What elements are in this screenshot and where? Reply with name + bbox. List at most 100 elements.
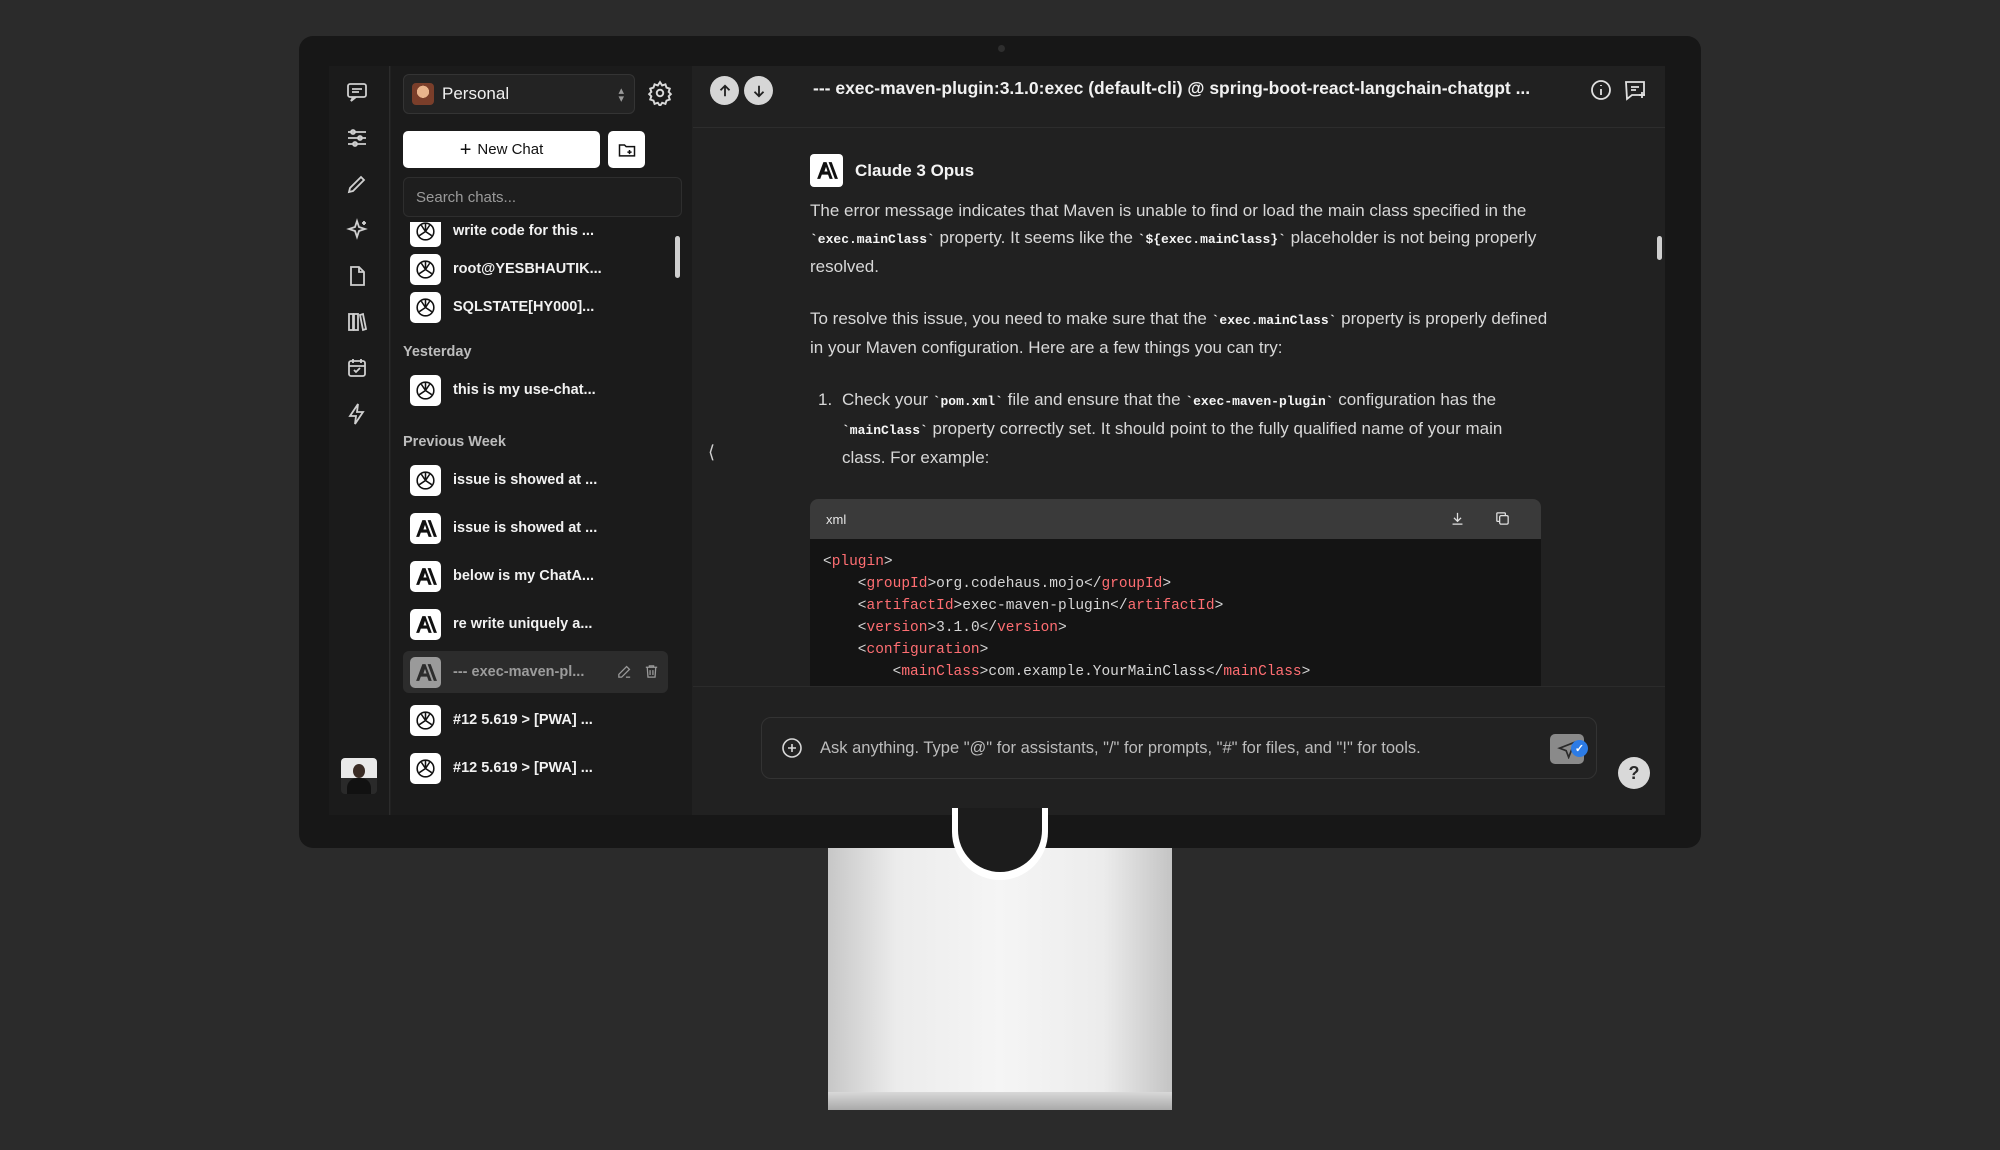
new-message-icon[interactable] [1623,78,1649,104]
list-item[interactable]: re write uniquely a... [403,603,668,645]
stand-base [828,1092,1172,1110]
arrow-up-icon [719,83,730,96]
message-paragraph: To resolve this issue, you need to make … [810,309,1548,357]
chat-item-label: root@YESBHAUTIK... [453,261,602,277]
inline-code: `exec.mainClass` [810,232,935,247]
stand-cutout [952,808,1048,880]
chat-item-label: issue is showed at ... [453,520,598,536]
openai-icon [410,374,441,406]
assistant-message: Claude 3 Opus The error message indicate… [810,154,1550,471]
file-icon[interactable] [345,264,373,292]
help-button[interactable]: ? [1618,757,1650,789]
icon-rail [329,66,390,815]
inline-code: `pom.xml` [932,394,1003,409]
chat-icon[interactable] [345,80,373,108]
list-item[interactable]: below is my ChatA... [403,555,668,597]
workspace-name: Personal [442,84,510,103]
pencil-icon[interactable] [345,172,373,200]
camera [998,45,1005,52]
code-content: <plugin> <groupId>org.codehaus.mojo</gro… [810,539,1541,695]
list-number: 1. [818,390,833,409]
chat-sidebar: Personal ▴▾ + New Chat write code for th… [391,66,692,815]
anthropic-icon [410,608,441,640]
openai-icon [410,291,441,323]
list-item[interactable]: issue is showed at ... [403,507,668,549]
message-paragraph: The error message indicates that Maven i… [810,201,1537,276]
search-chats-input[interactable] [403,177,682,217]
user-avatar[interactable] [341,758,377,794]
list-item-active[interactable]: --- exec-maven-pl... [403,651,668,693]
gear-icon[interactable] [647,80,675,108]
openai-icon [410,704,441,736]
sidebar-scrollbar[interactable] [675,236,680,278]
info-icon[interactable] [1589,78,1615,104]
anthropic-icon [810,154,843,187]
send-button[interactable]: ✓ [1550,734,1588,764]
openai-icon [410,752,441,784]
chat-item-label: #12 5.619 > [PWA] ... [453,712,593,728]
openai-icon [410,464,441,496]
composer: ✓ ? [693,686,1665,815]
scroll-down-button[interactable] [744,76,773,105]
collapse-sidebar-handle[interactable]: ⟨ [708,442,715,463]
openai-icon [410,253,441,285]
message-input[interactable] [820,732,1520,764]
chat-item-label: below is my ChatA... [453,568,594,584]
code-block-header: xml [810,499,1541,539]
new-folder-button[interactable] [608,131,645,168]
sparkles-icon[interactable] [345,218,373,246]
list-item[interactable]: issue is showed at ... [403,459,668,501]
new-chat-label: New Chat [477,141,544,158]
anthropic-icon [410,512,441,544]
model-name: Claude 3 Opus [855,161,975,180]
chat-scrollbar[interactable] [1657,236,1662,260]
folder-plus-icon [618,143,635,157]
group-label-previous-week: Previous Week [403,434,506,450]
library-icon[interactable] [345,310,373,338]
app-screen: Personal ▴▾ + New Chat write code for th… [329,66,1665,815]
plus-icon: + [459,138,472,161]
code-language: xml [826,511,847,527]
code-line: <version>3.1.0</version> [823,620,1067,636]
workspace-selector[interactable]: Personal ▴ ▾ [403,74,635,114]
inline-code: `exec-maven-plugin` [1185,394,1334,409]
code-line: <artifactId>exec-maven-plugin</artifactI… [823,598,1224,614]
numbered-list-item: 1. Check your `pom.xml` file and ensure … [810,386,1550,471]
group-label-yesterday: Yesterday [403,344,472,360]
calendar-icon[interactable] [345,356,373,384]
new-chat-button[interactable]: + New Chat [403,131,600,168]
chat-list: write code for this ... root@YESBHAUTIK.… [391,222,681,815]
code-line: <configuration> [823,642,989,658]
inline-code: `${exec.mainClass}` [1137,232,1286,247]
list-item[interactable]: #12 5.619 > [PWA] ... [403,747,668,789]
chat-main: --- exec-maven-plugin:3.1.0:exec (defaul… [693,66,1665,815]
chat-item-label: this is my use-chat... [453,382,596,398]
chat-header: --- exec-maven-plugin:3.1.0:exec (defaul… [693,66,1665,128]
chevron-updown-icon: ▴ ▾ [618,85,624,105]
edit-icon[interactable] [616,663,633,680]
scroll-up-button[interactable] [710,76,739,105]
add-attachment-icon[interactable] [780,736,804,760]
download-icon[interactable] [1449,510,1466,527]
chat-title: --- exec-maven-plugin:3.1.0:exec (defaul… [813,78,1531,98]
monitor-stand [828,808,1172,1110]
list-item[interactable]: #12 5.619 > [PWA] ... [403,699,668,741]
inline-code: `exec.mainClass` [1211,313,1337,328]
trash-icon[interactable] [643,663,660,680]
list-item[interactable]: SQLSTATE[HY000]... [403,286,668,328]
list-item[interactable]: this is my use-chat... [403,369,668,411]
chat-item-label: write code for this ... [453,223,594,239]
openai-icon [410,222,441,247]
chat-item-label: #12 5.619 > [PWA] ... [453,760,593,776]
list-item[interactable]: root@YESBHAUTIK... [403,248,668,290]
copy-icon[interactable] [1494,510,1511,527]
chat-item-label: issue is showed at ... [453,472,598,488]
anthropic-icon [410,560,441,592]
chat-item-label: re write uniquely a... [453,616,593,632]
composer-box: ✓ [761,717,1597,779]
settings-sliders-icon[interactable] [345,126,373,154]
lightning-icon[interactable] [345,402,373,430]
arrow-down-icon [753,85,764,98]
code-line: <groupId>org.codehaus.mojo</groupId> [823,576,1172,592]
monitor-frame: Personal ▴▾ + New Chat write code for th… [299,36,1701,848]
